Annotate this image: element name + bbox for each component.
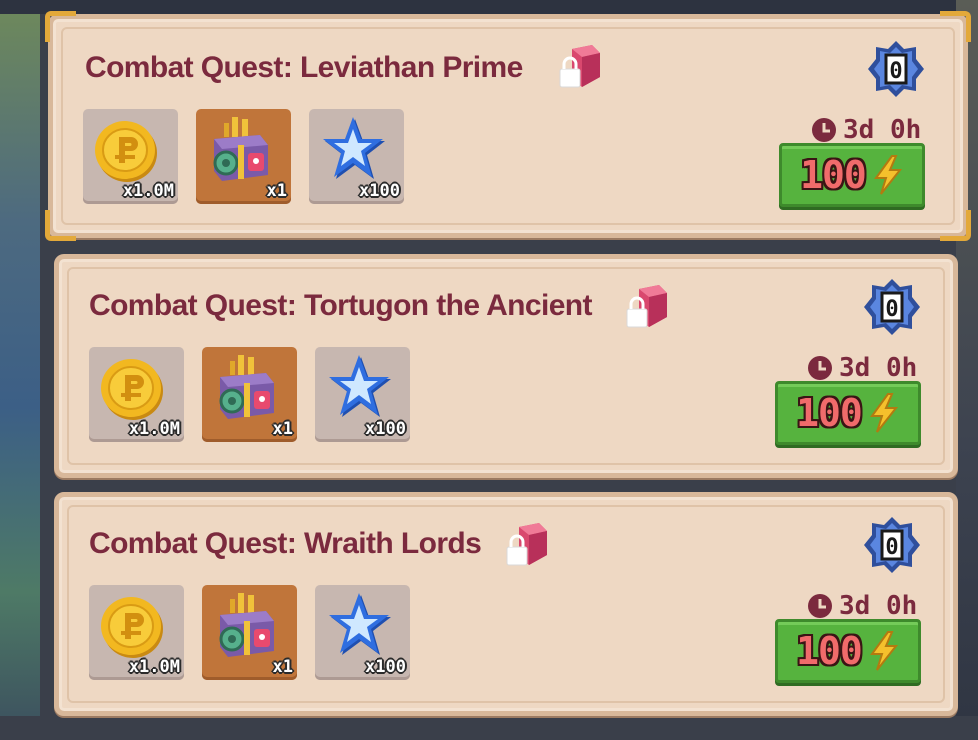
reward-quantity: x100 — [365, 657, 406, 677]
reward-list: x1.0M x1 x100 — [89, 585, 410, 680]
gold-coin-icon — [101, 597, 163, 658]
lightning-bolt-icon — [869, 393, 898, 433]
treasure-chest-icon — [213, 117, 268, 181]
reward-quantity: x1 — [272, 419, 293, 439]
reward-slot-chest[interactable]: x1 — [202, 585, 297, 680]
reward-quantity: x1.0M — [128, 419, 180, 439]
quest-title: Combat Quest: Leviathan Prime — [85, 51, 523, 84]
locked-chest-icon — [506, 523, 547, 566]
reward-quantity: x1 — [266, 181, 287, 201]
badge-value: 0 — [889, 59, 902, 84]
quest-title: Combat Quest: Tortugon the Ancient — [89, 289, 593, 322]
reward-slot-star[interactable]: x100 — [315, 347, 410, 442]
reward-slot-coin[interactable]: x1.0M — [89, 585, 184, 680]
badge-value: 0 — [885, 535, 898, 560]
energy-cost: 100 — [796, 391, 863, 435]
blue-star-icon — [323, 117, 385, 179]
clock-icon — [808, 594, 832, 618]
quest-title: Combat Quest: Wraith Lords — [89, 527, 482, 560]
energy-cost: 100 — [800, 153, 867, 197]
reward-quantity: x100 — [365, 419, 406, 439]
timer-text: 3d 0h — [839, 353, 918, 383]
lightning-bolt-icon — [873, 155, 902, 195]
start-quest-button[interactable]: 100 — [779, 143, 925, 207]
timer-text: 3d 0h — [839, 591, 918, 621]
quest-timer: 3d 0h — [811, 115, 921, 145]
gold-coin-icon — [95, 121, 157, 182]
reward-list: x1.0M x1 x100 — [89, 347, 410, 442]
energy-cost: 100 — [796, 629, 863, 673]
background-left — [0, 0, 40, 740]
reward-quantity: x100 — [359, 181, 400, 201]
selection-corner — [45, 210, 76, 241]
quest-card[interactable]: Combat Quest: Leviathan Prime x1.0M x1 x… — [45, 11, 971, 241]
timer-text: 3d 0h — [843, 115, 922, 145]
locked-chest-icon — [559, 45, 600, 88]
badge-value: 0 — [885, 297, 898, 322]
blue-star-icon — [329, 355, 391, 417]
reward-slot-coin[interactable]: x1.0M — [83, 109, 178, 204]
treasure-chest-icon — [219, 355, 274, 419]
reward-slot-chest[interactable]: x1 — [196, 109, 291, 204]
selection-corner — [45, 11, 76, 42]
quest-card[interactable]: Combat Quest: Tortugon the Ancient x1.0M — [54, 254, 958, 478]
locked-chest-icon — [626, 285, 667, 328]
reward-slot-star[interactable]: x100 — [315, 585, 410, 680]
reward-slot-star[interactable]: x100 — [309, 109, 404, 204]
difficulty-badge: 0 — [864, 517, 920, 573]
clock-icon — [812, 118, 836, 142]
reward-list: x1.0M x1 x100 — [83, 109, 404, 204]
reward-quantity: x1.0M — [122, 181, 174, 201]
quest-card[interactable]: Combat Quest: Wraith Lords x1.0M x1 x100… — [54, 492, 958, 716]
clock-icon — [808, 356, 832, 380]
blue-star-icon — [329, 593, 391, 655]
selection-corner — [940, 210, 971, 241]
difficulty-badge: 0 — [868, 41, 924, 97]
start-quest-button[interactable]: 100 — [775, 381, 921, 445]
treasure-chest-icon — [219, 593, 274, 657]
quest-timer: 3d 0h — [807, 353, 917, 383]
quest-timer: 3d 0h — [807, 591, 917, 621]
difficulty-badge: 0 — [864, 279, 920, 335]
background-bottom — [0, 716, 978, 740]
gold-coin-icon — [101, 359, 163, 420]
start-quest-button[interactable]: 100 — [775, 619, 921, 683]
reward-quantity: x1.0M — [128, 657, 180, 677]
reward-slot-chest[interactable]: x1 — [202, 347, 297, 442]
selection-corner — [940, 11, 971, 42]
reward-slot-coin[interactable]: x1.0M — [89, 347, 184, 442]
reward-quantity: x1 — [272, 657, 293, 677]
lightning-bolt-icon — [869, 631, 898, 671]
background-top — [0, 0, 978, 14]
